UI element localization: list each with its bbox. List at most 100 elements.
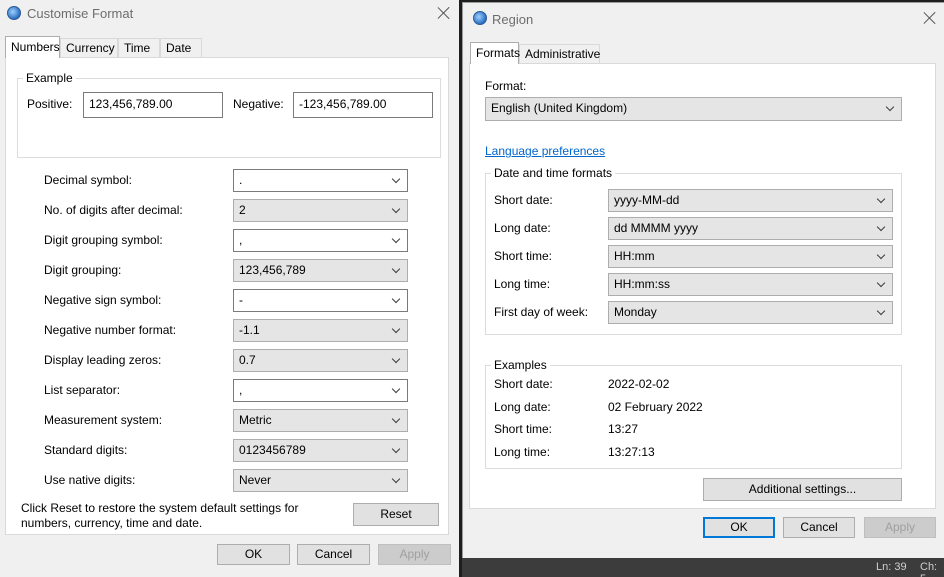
digits-after-decimal-select[interactable]: 2 [233, 199, 408, 222]
combo-value: Never [239, 473, 272, 487]
example-row-value: 2022-02-02 [608, 377, 670, 391]
setting-label: Negative sign symbol: [44, 293, 162, 307]
setting-label: Use native digits: [44, 473, 136, 487]
chevron-down-icon[interactable] [391, 474, 401, 484]
dialog-title: Region [492, 12, 534, 27]
tab-numbers[interactable]: Numbers [5, 36, 60, 58]
language-preferences-link[interactable]: Language preferences [485, 144, 605, 158]
tab-formats[interactable]: Formats [470, 42, 520, 64]
chevron-down-icon[interactable] [391, 264, 401, 274]
chevron-down-icon[interactable] [391, 174, 401, 184]
combo-value: yyyy-MM-dd [614, 193, 680, 207]
tab-administrative[interactable]: Administrative [519, 44, 600, 63]
example-row-label: Long date: [494, 400, 551, 414]
app-globe-icon [473, 11, 487, 25]
dialog-title: Customise Format [27, 6, 134, 21]
tab-date[interactable]: Date [160, 38, 202, 57]
additional-settings-button[interactable]: Additional settings... [703, 478, 902, 501]
example-row-label: Long time: [494, 445, 551, 459]
example-row-value: 02 February 2022 [608, 400, 703, 414]
reset-note: Click Reset to restore the system defaul… [21, 501, 299, 530]
long-date-select[interactable]: dd MMMM yyyy [608, 217, 893, 240]
example-row-value: 13:27 [608, 422, 639, 436]
setting-label: Measurement system: [44, 413, 163, 427]
numbers-panel: Example Positive: 123,456,789.00 Negativ… [5, 57, 449, 535]
long-time-select[interactable]: HH:mm:ss [608, 273, 893, 296]
chevron-down-icon[interactable] [391, 324, 401, 334]
combo-value: HH:mm:ss [614, 277, 670, 291]
combo-value: , [239, 383, 243, 397]
editor-status-bar: Ln: 39 Ch: 5 [462, 558, 944, 577]
cancel-button[interactable]: Cancel [783, 517, 855, 538]
chevron-down-icon[interactable] [391, 294, 401, 304]
first-day-of-week-select[interactable]: Monday [608, 301, 893, 324]
combo-value: dd MMMM yyyy [614, 221, 698, 235]
native-digits-select[interactable]: Never [233, 469, 408, 492]
combo-value: -1.1 [239, 323, 260, 337]
format-select[interactable]: English (United Kingdom) [485, 97, 902, 121]
positive-label: Positive: [27, 97, 73, 111]
formats-panel: Format: English (United Kingdom) Languag… [469, 63, 936, 509]
chevron-down-icon[interactable] [876, 250, 886, 260]
reset-button[interactable]: Reset [353, 503, 439, 526]
example-legend: Example [23, 71, 76, 85]
negative-label: Negative: [233, 97, 284, 111]
chevron-down-icon[interactable] [391, 414, 401, 424]
line-indicator: Ln: 39 [876, 561, 907, 573]
chevron-down-icon[interactable] [391, 204, 401, 214]
standard-digits-select[interactable]: 0123456789 [233, 439, 408, 462]
list-separator-combo[interactable]: , [233, 379, 408, 402]
short-time-select[interactable]: HH:mm [608, 245, 893, 268]
format-row-label: Short date: [494, 193, 553, 207]
example-row-label: Short date: [494, 377, 553, 391]
example-group [17, 78, 441, 158]
ok-button[interactable]: OK [703, 517, 775, 538]
combo-value: English (United Kingdom) [491, 101, 628, 115]
customise-format-dialog: Customise Format Numbers Currency Time D… [0, 0, 459, 577]
positive-example-field: 123,456,789.00 [83, 92, 223, 118]
example-row-label: Short time: [494, 422, 553, 436]
app-globe-icon [7, 6, 21, 20]
tab-currency[interactable]: Currency [60, 38, 118, 57]
format-label: Format: [485, 79, 527, 93]
combo-value: 2 [239, 203, 246, 217]
tab-strip: Formats Administrative [470, 42, 930, 64]
setting-label: No. of digits after decimal: [44, 203, 183, 217]
apply-button[interactable]: Apply [864, 517, 936, 538]
chevron-down-icon[interactable] [391, 444, 401, 454]
format-row-label: Long date: [494, 221, 551, 235]
chevron-down-icon[interactable] [391, 354, 401, 364]
short-date-select[interactable]: yyyy-MM-dd [608, 189, 893, 212]
setting-label: Standard digits: [44, 443, 128, 457]
apply-button[interactable]: Apply [378, 544, 451, 565]
chevron-down-icon[interactable] [876, 278, 886, 288]
cancel-button[interactable]: Cancel [297, 544, 370, 565]
chevron-down-icon[interactable] [885, 102, 895, 112]
digit-grouping-symbol-combo[interactable]: , [233, 229, 408, 252]
setting-label: Digit grouping: [44, 263, 122, 277]
digit-grouping-select[interactable]: 123,456,789 [233, 259, 408, 282]
combo-value: Metric [239, 413, 272, 427]
close-icon[interactable] [437, 6, 451, 20]
combo-value: . [239, 173, 243, 187]
chevron-down-icon[interactable] [391, 234, 401, 244]
negative-sign-symbol-combo[interactable]: - [233, 289, 408, 312]
chevron-down-icon[interactable] [391, 384, 401, 394]
leading-zeros-select[interactable]: 0.7 [233, 349, 408, 372]
chevron-down-icon[interactable] [876, 194, 886, 204]
tab-time[interactable]: Time [118, 38, 160, 57]
combo-value: 0.7 [239, 353, 256, 367]
setting-label: Negative number format: [44, 323, 177, 337]
chevron-down-icon[interactable] [876, 306, 886, 316]
decimal-symbol-combo[interactable]: . [233, 169, 408, 192]
negative-number-format-select[interactable]: -1.1 [233, 319, 408, 342]
combo-value: 123,456,789 [239, 263, 306, 277]
chevron-down-icon[interactable] [876, 222, 886, 232]
measurement-system-select[interactable]: Metric [233, 409, 408, 432]
ok-button[interactable]: OK [217, 544, 290, 565]
examples-legend: Examples [491, 358, 550, 372]
close-icon[interactable] [923, 11, 937, 25]
combo-value: Monday [614, 305, 657, 319]
combo-value: - [239, 293, 243, 307]
setting-label: List separator: [44, 383, 121, 397]
